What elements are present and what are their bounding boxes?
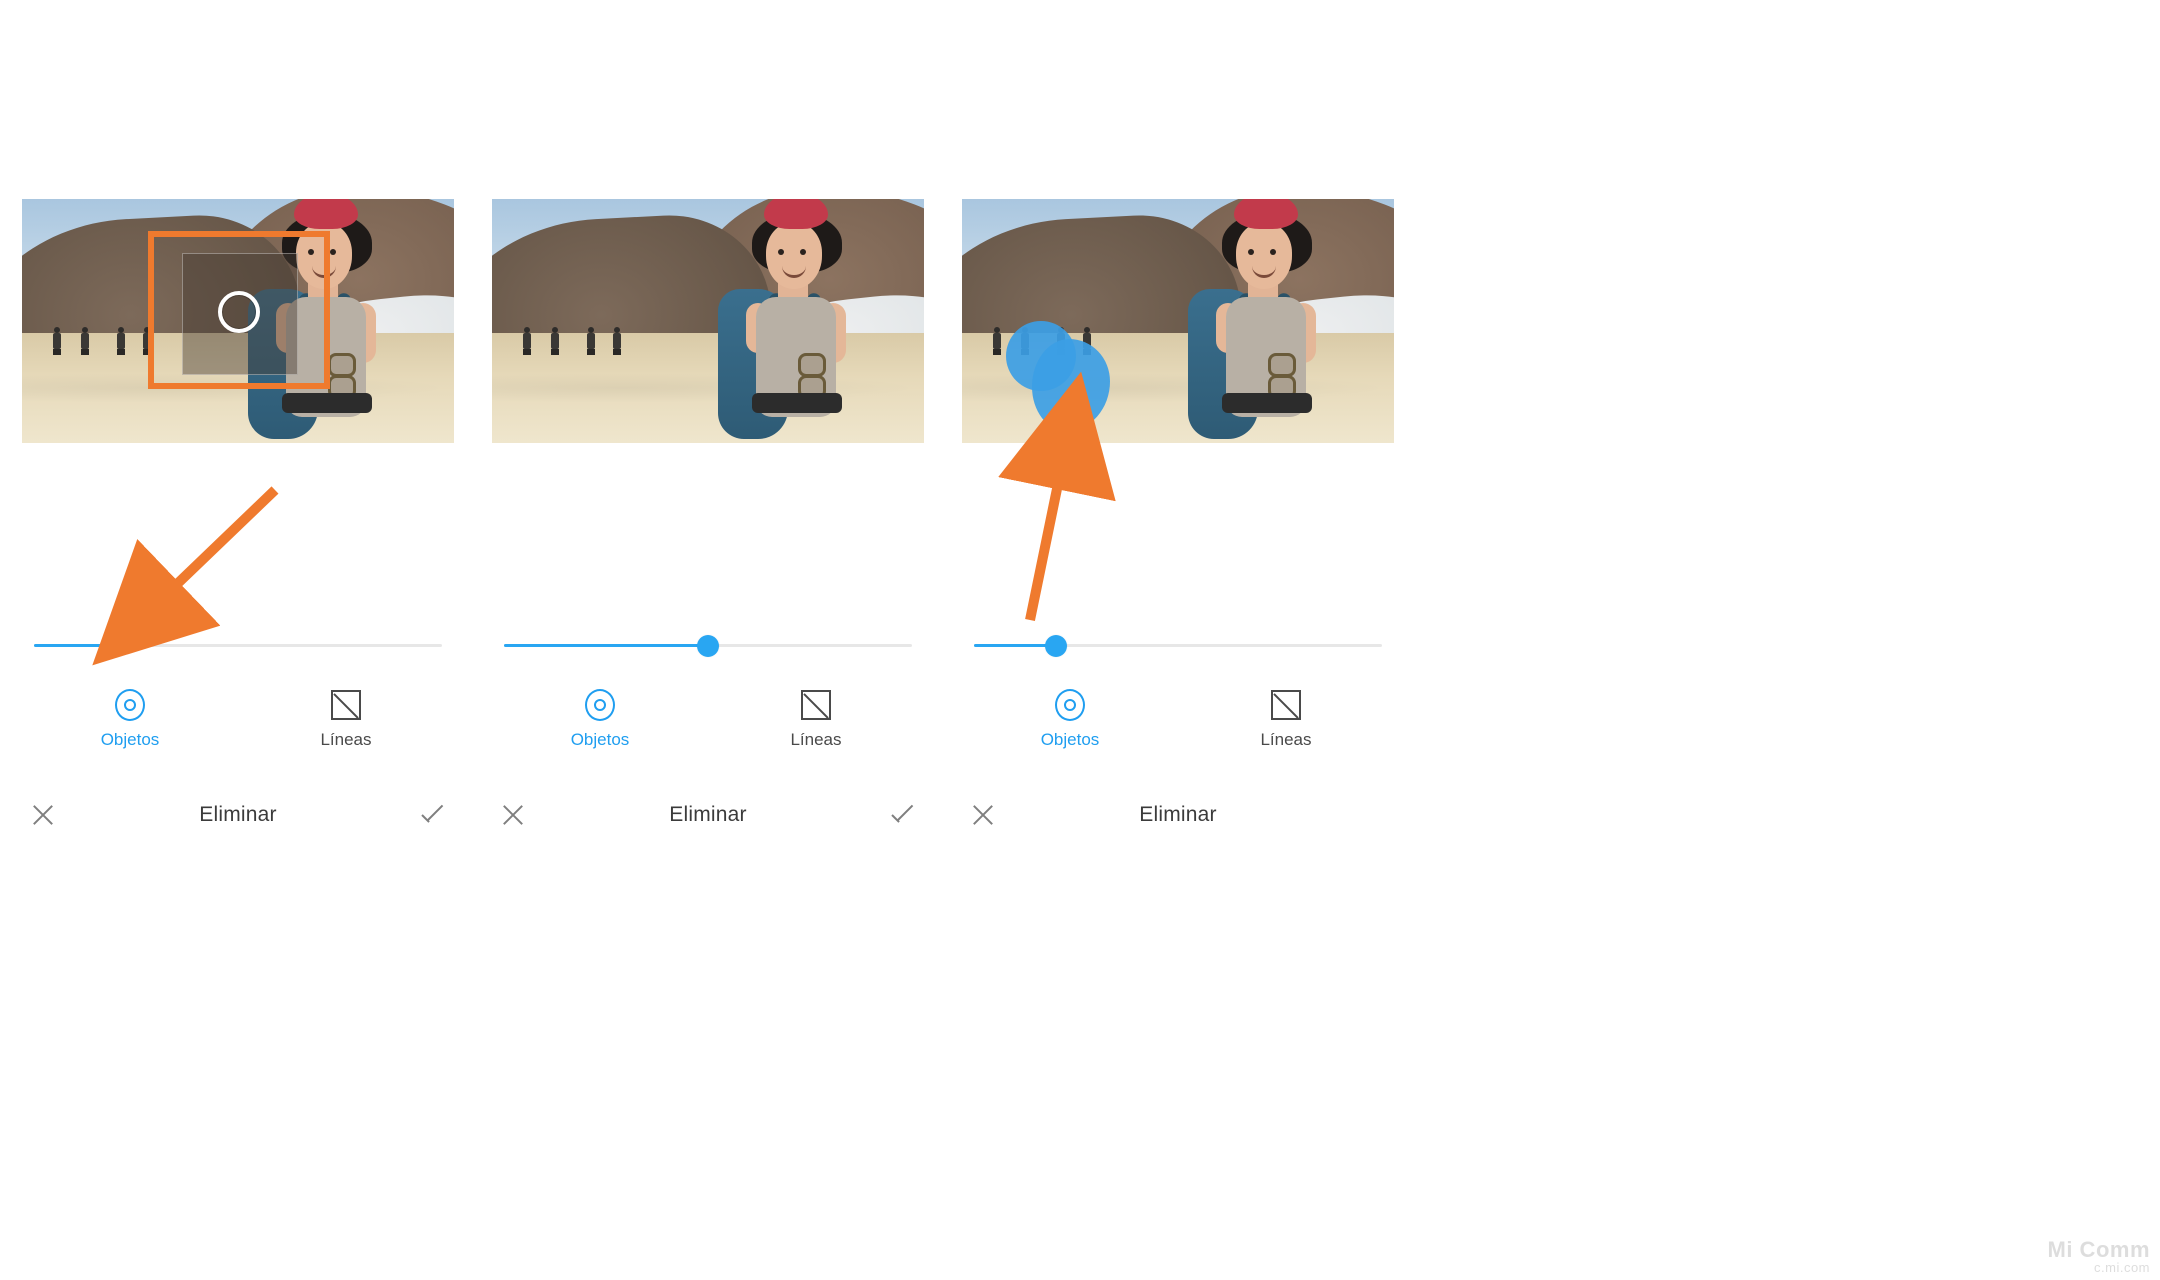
lines-icon [801,690,831,720]
mode-objects-label: Objetos [101,730,160,750]
watermark: Mi Comm c.mi.com [2048,1239,2151,1274]
objects-icon [1055,690,1085,720]
mode-lines-label: Líneas [790,730,841,750]
lines-icon [1271,690,1301,720]
slider-thumb[interactable] [697,635,719,657]
mode-objects-label: Objetos [571,730,630,750]
action-bar: Eliminar [962,790,1394,840]
mode-objects[interactable]: Objetos [962,680,1178,760]
slider-thumb[interactable] [1045,635,1067,657]
brush-size-preview-circle [218,291,260,333]
confirm-icon[interactable] [888,800,918,830]
brush-size-slider[interactable] [34,644,442,648]
action-bar-title: Eliminar [1139,803,1216,827]
cancel-icon[interactable] [498,800,528,830]
slider-fill [34,644,116,647]
editor-panel-2: Objetos Líneas Eliminar [492,0,924,820]
photo-bg-person [586,327,596,353]
brush-size-slider[interactable] [974,644,1382,648]
watermark-line2: c.mi.com [2048,1261,2151,1274]
slider-fill [974,644,1056,647]
photo-bg-person [612,327,622,353]
photo-canvas[interactable] [22,199,454,443]
objects-icon [115,690,145,720]
photo-subject [694,199,854,443]
photo-subject [1164,199,1324,443]
confirm-icon[interactable] [418,800,448,830]
mode-lines[interactable]: Líneas [708,680,924,760]
cancel-icon[interactable] [968,800,998,830]
photo-canvas[interactable] [492,199,924,443]
slider-fill [504,644,708,647]
action-bar: Eliminar [492,790,924,840]
mode-row: Objetos Líneas [22,680,454,760]
mode-lines[interactable]: Líneas [1178,680,1394,760]
action-bar-title: Eliminar [669,803,746,827]
action-bar: Eliminar [22,790,454,840]
mode-objects-label: Objetos [1041,730,1100,750]
photo-canvas[interactable] [962,199,1394,443]
mode-objects[interactable]: Objetos [492,680,708,760]
mode-lines-label: Líneas [1260,730,1311,750]
mode-lines-label: Líneas [320,730,371,750]
mode-row: Objetos Líneas [492,680,924,760]
objects-icon [585,690,615,720]
mode-lines[interactable]: Líneas [238,680,454,760]
photo-bg-person [992,327,1002,353]
action-bar-title: Eliminar [199,803,276,827]
photo-bg-person [522,327,532,353]
slider-thumb[interactable] [105,635,127,657]
editor-panel-1: Objetos Líneas Eliminar [22,0,454,820]
cancel-icon[interactable] [28,800,58,830]
brush-size-slider[interactable] [504,644,912,648]
mode-objects[interactable]: Objetos [22,680,238,760]
mode-row: Objetos Líneas [962,680,1394,760]
watermark-line1: Mi Comm [2048,1237,2151,1262]
photo-bg-person [116,327,126,353]
photo-bg-person [550,327,560,353]
lines-icon [331,690,361,720]
photo-bg-person [52,327,62,353]
editor-panel-3: Objetos Líneas Eliminar [962,0,1394,820]
confirm-icon-placeholder [1358,800,1388,830]
photo-bg-person [80,327,90,353]
